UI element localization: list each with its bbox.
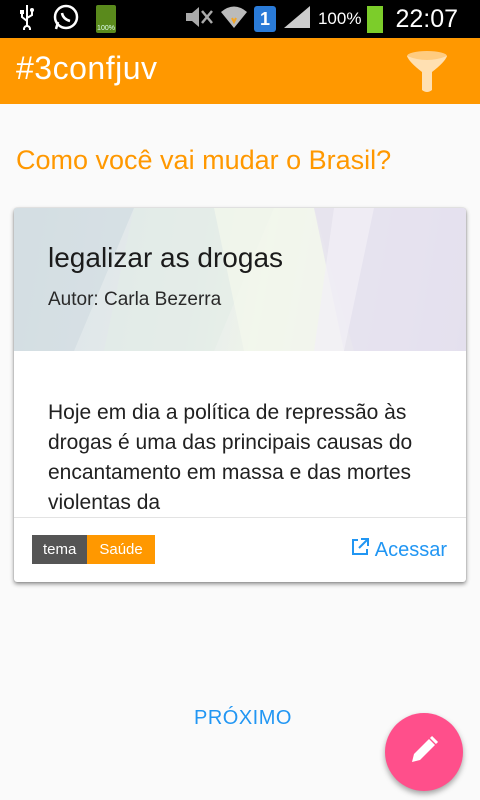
status-bar: 100% 1 100% 22:07 (0, 0, 480, 38)
card-title: legalizar as drogas (48, 242, 284, 273)
card-author: Autor: Carla Bezerra (48, 289, 222, 310)
mute-icon (184, 5, 214, 34)
open-in-new-icon (351, 538, 369, 562)
battery-small-icon: 100% (96, 5, 116, 33)
sim-badge: 1 (253, 6, 276, 32)
battery-small-label: 100% (97, 25, 115, 32)
app-title: #3confjuv (16, 50, 158, 86)
usb-icon (18, 4, 36, 35)
wifi-icon (220, 4, 248, 35)
battery-percent: 100% (317, 9, 362, 28)
battery-icon (367, 5, 384, 33)
next-button[interactable]: PRÓXIMO (194, 707, 292, 730)
card-divider (14, 517, 466, 518)
edit-fab[interactable] (385, 713, 463, 791)
whatsapp-icon (52, 3, 80, 36)
app-bar: #3confjuv (0, 38, 480, 104)
theme-tag: tema Saúde (32, 535, 155, 564)
card-header-pattern (14, 208, 466, 351)
pencil-edit-icon (408, 734, 440, 771)
theme-tag-key: tema (32, 535, 88, 564)
theme-tag-value: Saúde (87, 535, 155, 564)
proposal-card[interactable]: legalizar as drogas Autor: Carla Bezerra… (14, 208, 466, 582)
question-heading: Como você vai mudar o Brasil? (16, 145, 392, 175)
card-body-text: Hoje em dia a política de repressão às d… (48, 401, 413, 514)
signal-icon (282, 4, 312, 35)
filter-button[interactable] (404, 50, 450, 94)
access-label: Acessar (374, 538, 447, 561)
card-header: legalizar as drogas Autor: Carla Bezerra (14, 208, 466, 351)
filter-funnel-icon (404, 51, 450, 98)
access-link[interactable]: Acessar (351, 538, 447, 562)
clock: 22:07 (395, 4, 458, 33)
